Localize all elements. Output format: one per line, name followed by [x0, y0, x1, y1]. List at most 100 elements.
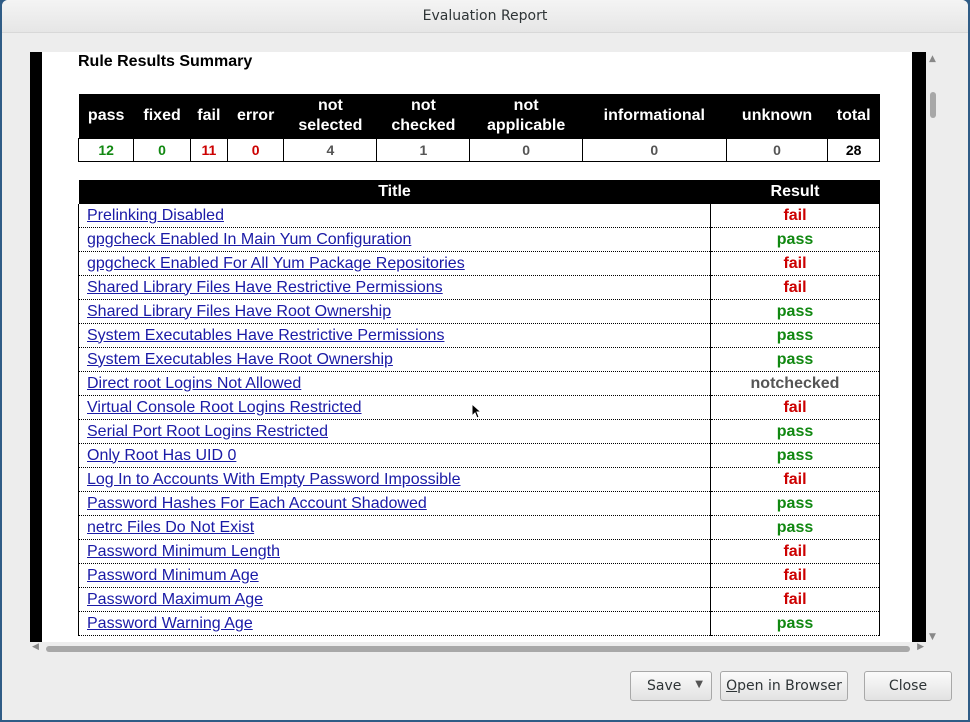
open-in-browser-button[interactable]: Open in Browser [720, 671, 848, 701]
summary-value-row: 12 0 11 0 4 1 0 0 0 28 [77, 138, 880, 162]
rule-result-cell: fail [710, 563, 880, 588]
rule-title-cell: Shared Library Files Have Root Ownership [78, 299, 711, 324]
table-row: System Executables Have Restrictive Perm… [78, 323, 880, 348]
horizontal-scrollbar[interactable]: ◀ ▶ [30, 642, 926, 656]
rule-result-cell: pass [710, 611, 880, 636]
summary-header-cell: not checked [376, 94, 470, 139]
rule-title-link[interactable]: Password Hashes For Each Account Shadowe… [87, 495, 427, 512]
arrow-down-icon[interactable]: ▼ [929, 632, 936, 642]
summary-header-text: selected [298, 117, 363, 134]
summary-header-cell: fail [190, 94, 228, 139]
summary-header-text: informational [603, 107, 705, 124]
rule-title-link[interactable]: Prelinking Disabled [87, 207, 224, 224]
rule-result-cell: pass [710, 227, 880, 252]
rule-title-cell: Password Maximum Age [78, 587, 711, 612]
rule-title-link[interactable]: Virtual Console Root Logins Restricted [87, 399, 362, 416]
rule-title-cell: Direct root Logins Not Allowed [78, 371, 711, 396]
summary-header-text: applicable [486, 117, 566, 134]
rule-title-link[interactable]: Shared Library Files Have Root Ownership [87, 303, 391, 320]
rule-title-cell: System Executables Have Restrictive Perm… [78, 323, 711, 348]
rule-title-link[interactable]: Password Minimum Length [87, 543, 280, 560]
window-titlebar[interactable]: Evaluation Report [2, 0, 968, 33]
horizontal-scroll-thumb[interactable] [46, 646, 910, 652]
results-header-row: Title Result [78, 180, 880, 204]
arrow-up-icon[interactable]: ▲ [929, 54, 936, 64]
summary-header-text: total [836, 107, 871, 124]
table-row: System Executables Have Root Ownership pa… [78, 347, 880, 372]
rule-result-cell: fail [710, 467, 880, 492]
table-row: Password Minimum Length fail [78, 539, 880, 564]
summary-header-text: fail [197, 107, 221, 124]
vertical-scrollbar[interactable]: ▲ ▼ [926, 52, 940, 644]
summary-header-cell: not applicable [469, 94, 583, 139]
table-row: netrc Files Do Not Exist pass [78, 515, 880, 540]
rule-title-link[interactable]: Serial Port Root Logins Restricted [87, 423, 328, 440]
close-button[interactable]: Close [864, 671, 952, 701]
summary-header-text: not [410, 97, 436, 114]
rule-title-link[interactable]: Direct root Logins Not Allowed [87, 375, 301, 392]
summary-table: pass fixed fail error not selected not checked n… [77, 94, 880, 162]
table-row: Password Minimum Age fail [78, 563, 880, 588]
vertical-scroll-thumb[interactable] [930, 92, 936, 118]
summary-value-cell: 0 [226, 138, 285, 162]
rule-result-cell: pass [710, 347, 880, 372]
summary-header-row: pass fixed fail error not selected not checked n… [78, 94, 880, 139]
summary-value-cell: 0 [725, 138, 829, 162]
rule-title-link[interactable]: Only Root Has UID 0 [87, 447, 236, 464]
rule-title-cell: gpgcheck Enabled In Main Yum Configurati… [78, 227, 711, 252]
rule-title-cell: System Executables Have Root Ownership [78, 347, 711, 372]
table-row: Shared Library Files Have Restrictive Pe… [78, 275, 880, 300]
arrow-left-icon[interactable]: ◀ [32, 642, 39, 652]
table-row: Password Warning Age pass [78, 611, 880, 636]
rule-title-link[interactable]: System Executables Have Restrictive Perm… [87, 327, 444, 344]
save-button[interactable]: Save ▼ [630, 671, 712, 701]
rule-title-cell: Shared Library Files Have Restrictive Pe… [78, 275, 711, 300]
rule-title-link[interactable]: Password Minimum Age [87, 567, 259, 584]
report-viewport[interactable]: Rule Results Summary pass fixed fail error n… [30, 52, 926, 642]
rule-title-cell: Virtual Console Root Logins Restricted [78, 395, 711, 420]
summary-value-cell: 0 [133, 138, 191, 162]
table-row: Prelinking Disabled fail [78, 204, 880, 228]
rule-title-link[interactable]: Password Warning Age [87, 615, 253, 632]
summary-value-cell: 0 [581, 138, 727, 162]
report-page: Rule Results Summary pass fixed fail error n… [42, 52, 912, 642]
rule-title-link[interactable]: netrc Files Do Not Exist [87, 519, 254, 536]
rule-result-cell: fail [710, 251, 880, 276]
summary-value-cell: 11 [189, 138, 228, 162]
rule-title-link[interactable]: Password Maximum Age [87, 591, 263, 608]
rule-title-cell: gpgcheck Enabled For All Yum Package Rep… [78, 251, 711, 276]
rule-title-cell: Password Warning Age [78, 611, 711, 636]
summary-header-text: not [317, 97, 343, 114]
title-column-header: Title [78, 180, 711, 204]
chevron-down-icon[interactable]: ▼ [695, 679, 703, 690]
rule-result-cell: pass [710, 515, 880, 540]
mouse-pointer-icon [471, 403, 481, 419]
rule-title-link[interactable]: Log In to Accounts With Empty Password I… [87, 471, 461, 488]
summary-header-cell: error [227, 94, 284, 139]
summary-header-text: not [513, 97, 539, 114]
window-title: Evaluation Report [422, 8, 548, 24]
table-row: Only Root Has UID 0 pass [78, 443, 880, 468]
rule-title-cell: netrc Files Do Not Exist [78, 515, 711, 540]
summary-header-cell: fixed [133, 94, 191, 139]
table-row: gpgcheck Enabled In Main Yum Configurati… [78, 227, 880, 252]
rule-title-link[interactable]: gpgcheck Enabled In Main Yum Configurati… [87, 231, 411, 248]
table-row: Log In to Accounts With Empty Password I… [78, 467, 880, 492]
rule-title-cell: Password Minimum Age [78, 563, 711, 588]
rule-title-link[interactable]: System Executables Have Root Ownership [87, 351, 393, 368]
rule-title-cell: Password Hashes For Each Account Shadowe… [78, 491, 711, 516]
rule-title-link[interactable]: gpgcheck Enabled For All Yum Package Rep… [87, 255, 465, 272]
summary-value-cell: 4 [283, 138, 378, 162]
summary-header-cell: total [827, 94, 880, 139]
arrow-right-icon[interactable]: ▶ [917, 642, 924, 652]
open-in-browser-label: Open in Browser [726, 678, 842, 694]
rule-title-cell: Password Minimum Length [78, 539, 711, 564]
summary-header-text: pass [87, 107, 125, 124]
rule-result-cell: fail [710, 539, 880, 564]
summary-header-text: error [236, 107, 275, 124]
rule-title-link[interactable]: Shared Library Files Have Restrictive Pe… [87, 279, 443, 296]
rule-result-cell: notchecked [710, 371, 880, 396]
rule-title-cell: Log In to Accounts With Empty Password I… [78, 467, 711, 492]
summary-value-cell: 1 [376, 138, 471, 162]
rule-result-cell: pass [710, 299, 880, 324]
